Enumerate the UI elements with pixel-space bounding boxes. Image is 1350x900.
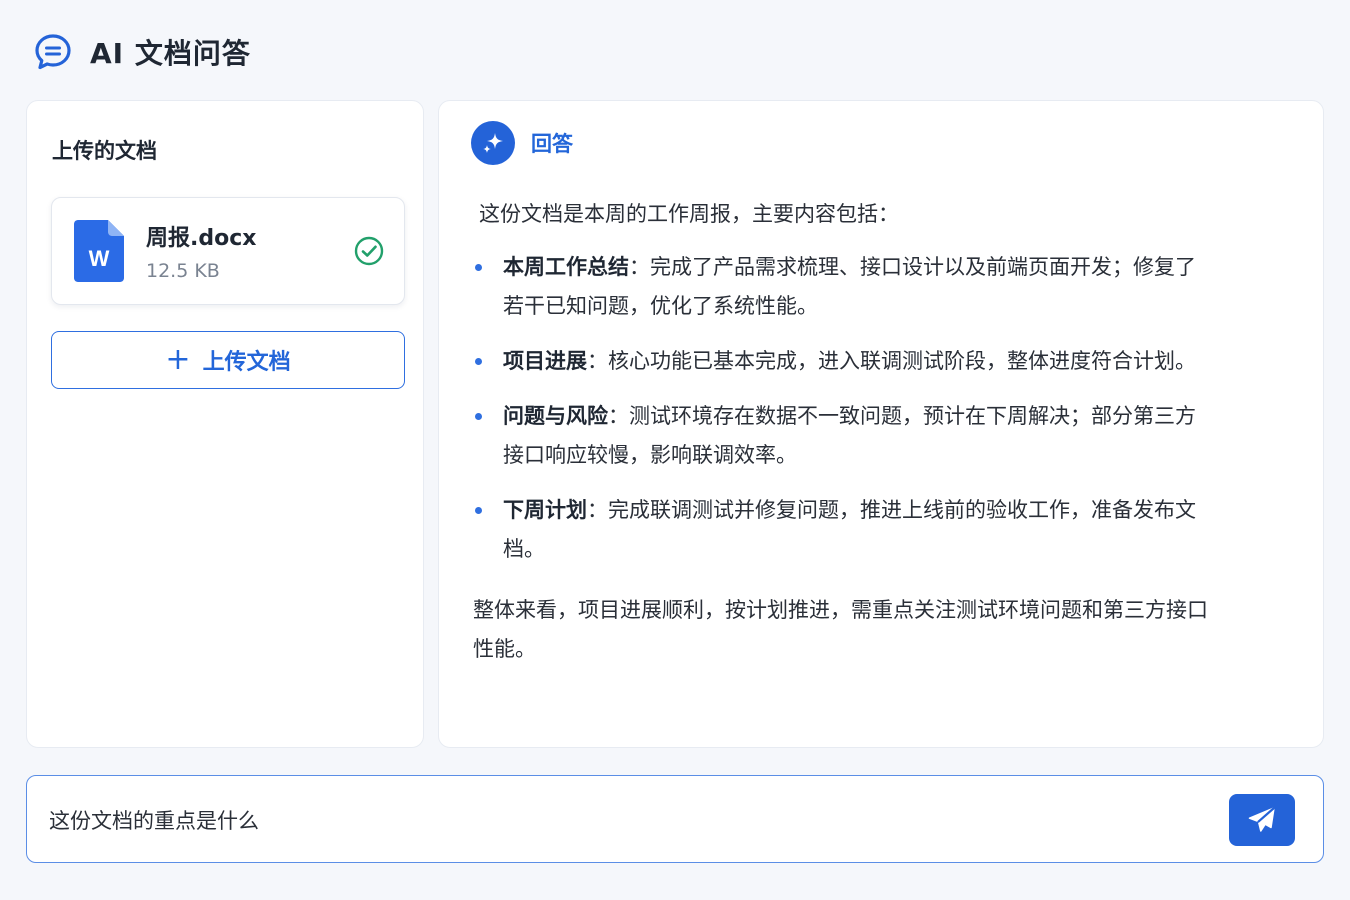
list-item-title: 下周计划	[503, 498, 587, 522]
app-title: AI 文档问答	[90, 37, 251, 70]
file-item[interactable]: W 周报.docx 12.5 KB	[51, 197, 405, 305]
list-item-title: 问题与风险	[503, 404, 608, 428]
answer-summary: 整体来看，项目进展顺利，按计划推进，需重点关注测试环境问题和第三方接口性能。	[473, 598, 1208, 661]
file-size: 12.5 KB	[146, 260, 220, 282]
question-input[interactable]	[49, 800, 1199, 840]
plus-icon: +	[165, 342, 191, 377]
send-button[interactable]	[1229, 794, 1295, 846]
chat-bubble-icon	[35, 34, 71, 70]
answer-header: 回答	[471, 121, 573, 165]
list-item-title: 项目进展	[503, 349, 587, 373]
list-item-text: 核心功能已基本完成，进入联调测试阶段，整体进度符合计划。	[608, 349, 1196, 373]
app-header: AI 文档问答	[34, 32, 251, 72]
documents-panel-title: 上传的文档	[52, 139, 157, 163]
file-name: 周报.docx	[146, 226, 257, 251]
send-icon	[1248, 806, 1276, 832]
list-item: 下周计划：完成联调测试并修复问题，推进上线前的验收工作，准备发布文档。	[473, 491, 1213, 569]
upload-document-button[interactable]: + 上传文档	[51, 331, 405, 389]
answer-content: 这份文档是本周的工作周报，主要内容包括： 本周工作总结：完成了产品需求梳理、接口…	[473, 195, 1213, 669]
question-composer	[26, 775, 1324, 863]
answer-label: 回答	[531, 132, 573, 156]
check-circle-icon	[354, 236, 384, 266]
list-item: 问题与风险：测试环境存在数据不一致问题，预计在下周解决；部分第三方接口响应较慢，…	[473, 397, 1213, 475]
documents-panel: 上传的文档 W 周报.docx 12.5 KB + 上传文档	[26, 100, 424, 748]
word-letter: W	[89, 246, 110, 271]
upload-button-label: 上传文档	[202, 350, 291, 375]
answer-panel: 回答 这份文档是本周的工作周报，主要内容包括： 本周工作总结：完成了产品需求梳理…	[438, 100, 1324, 748]
list-item: 本周工作总结：完成了产品需求梳理、接口设计以及前端页面开发；修复了若干已知问题，…	[473, 248, 1213, 326]
list-item: 项目进展：核心功能已基本完成，进入联调测试阶段，整体进度符合计划。	[473, 342, 1213, 381]
list-item-title: 本周工作总结	[503, 255, 629, 279]
word-doc-icon: W	[74, 220, 124, 282]
answer-intro: 这份文档是本周的工作周报，主要内容包括：	[479, 202, 899, 226]
sparkle-icon	[471, 121, 515, 165]
